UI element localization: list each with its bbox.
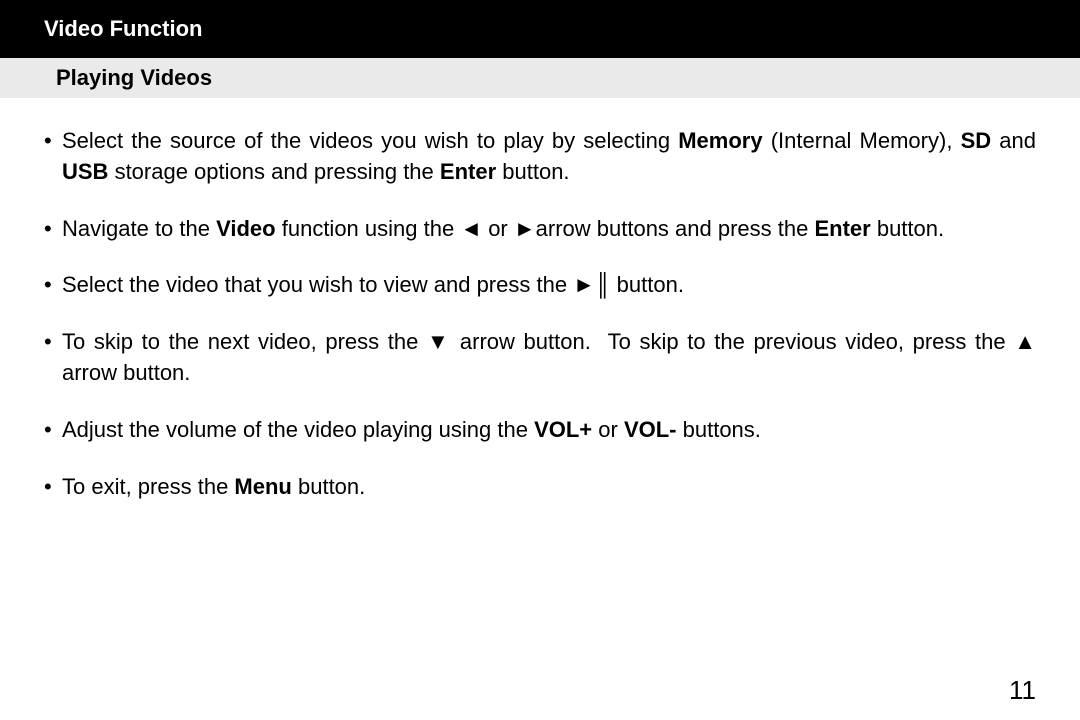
subsection-header: Playing Videos <box>0 58 1080 98</box>
instruction-list: Select the source of the videos you wish… <box>44 126 1036 502</box>
page-number: 11 <box>1009 675 1036 706</box>
list-item: Select the video that you wish to view a… <box>44 270 1036 301</box>
section-title: Video Function <box>44 16 202 41</box>
list-item: Navigate to the Video function using the… <box>44 214 1036 245</box>
list-item: Adjust the volume of the video playing u… <box>44 415 1036 446</box>
section-header: Video Function <box>0 0 1080 58</box>
list-item: Select the source of the videos you wish… <box>44 126 1036 188</box>
body-content: Select the source of the videos you wish… <box>0 98 1080 502</box>
list-item: To exit, press the Menu button. <box>44 472 1036 503</box>
list-item: To skip to the next video, press the ▼ a… <box>44 327 1036 389</box>
subsection-title: Playing Videos <box>56 65 212 90</box>
